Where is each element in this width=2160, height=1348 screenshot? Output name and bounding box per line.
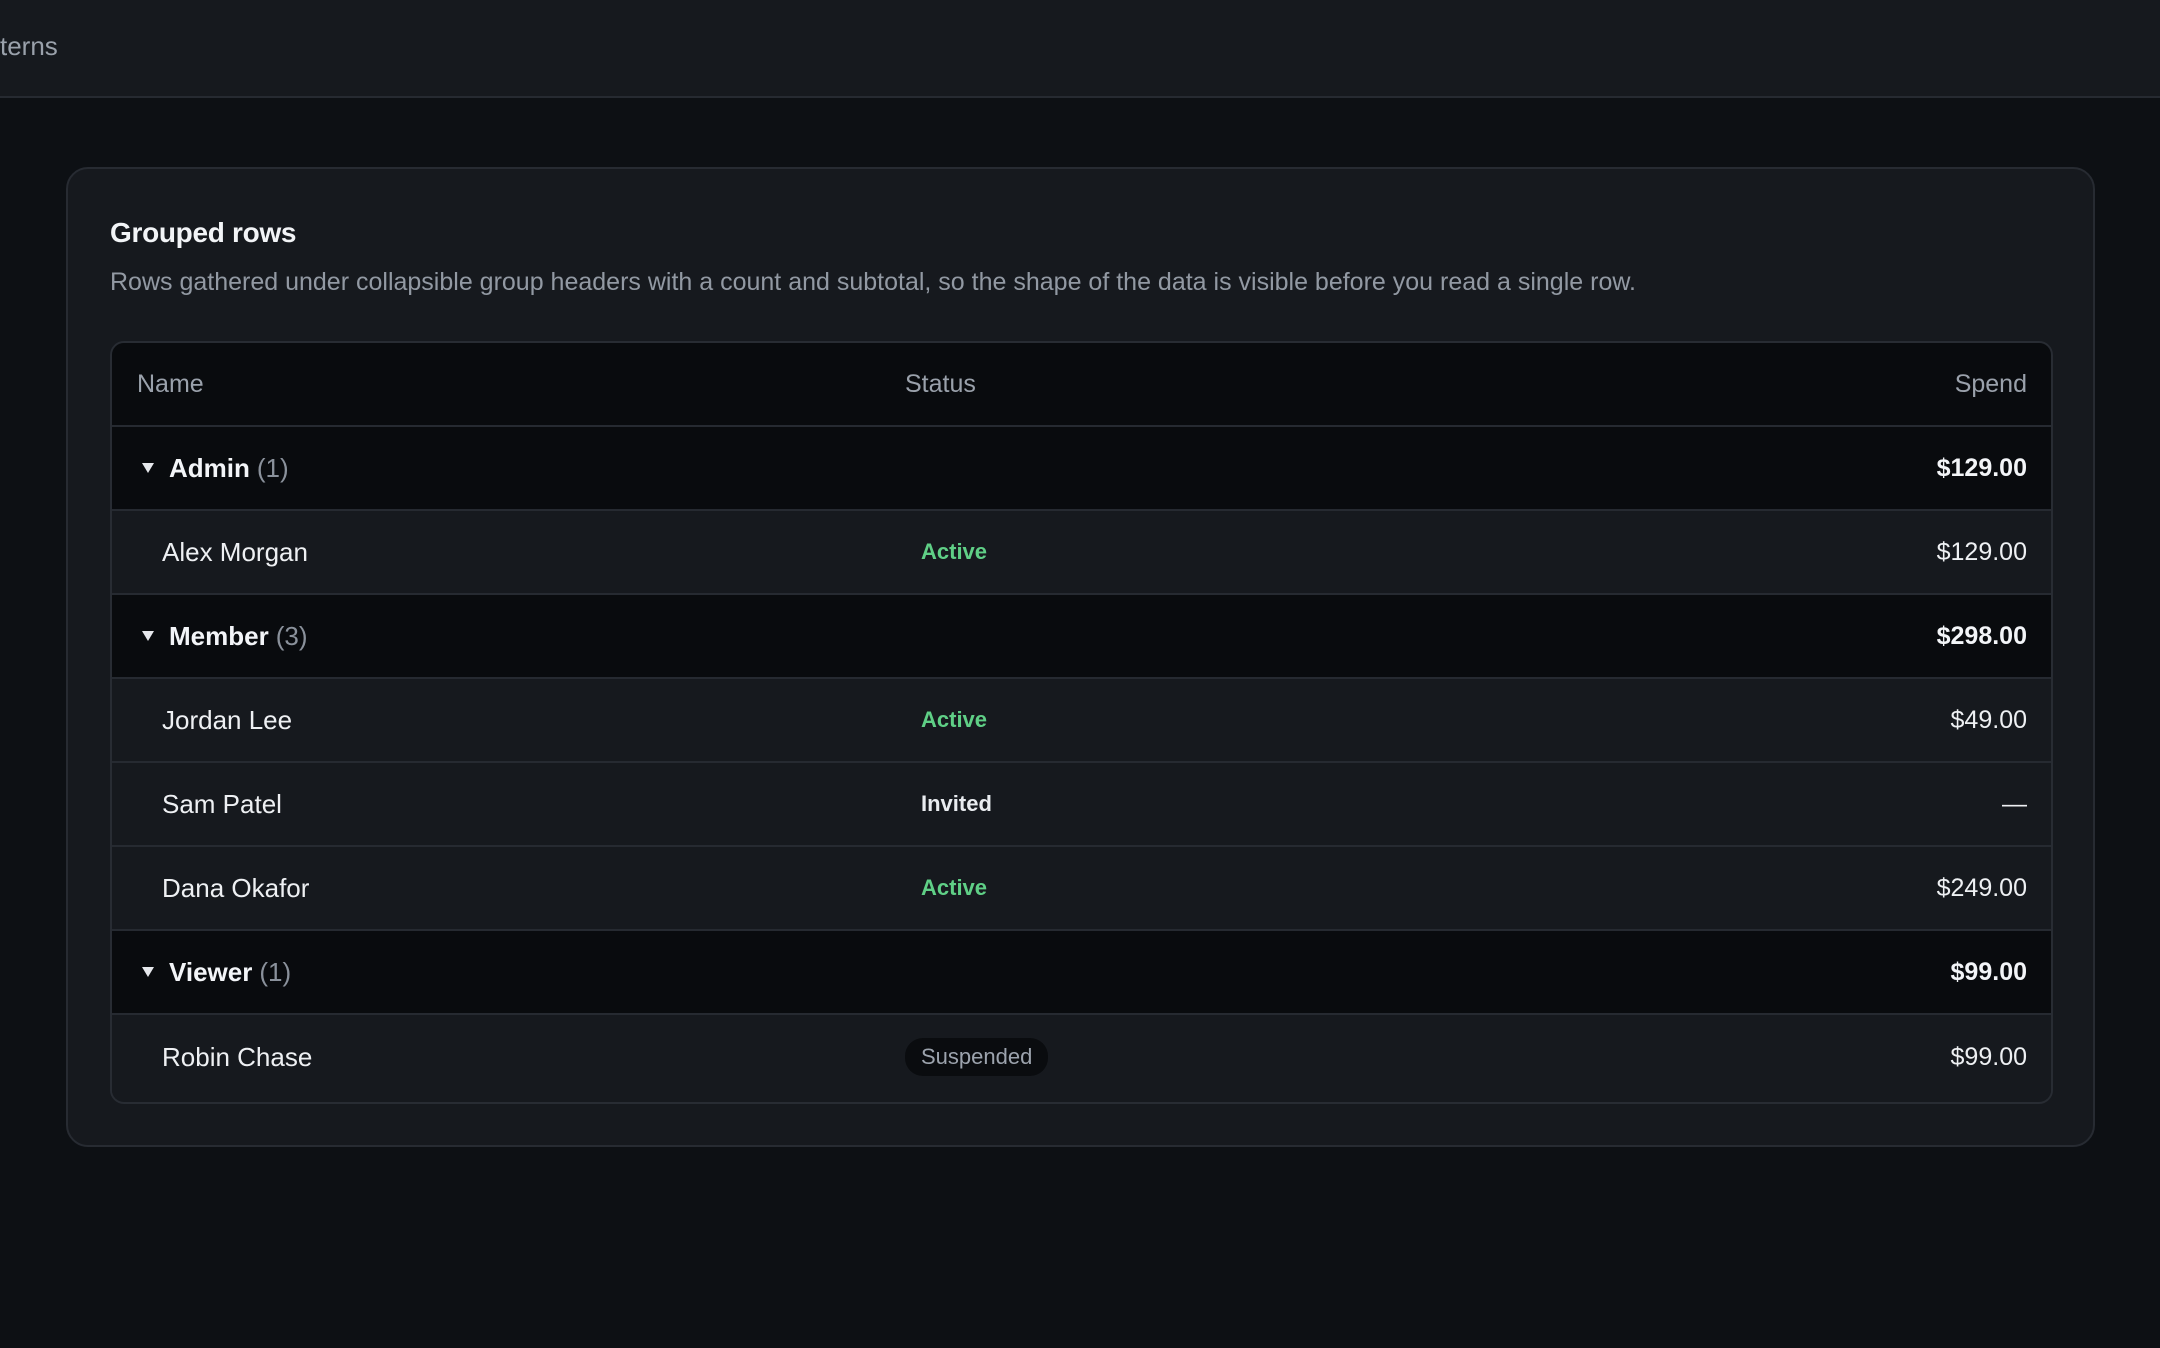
row-name: Alex Morgan: [162, 536, 308, 567]
row-status: Active: [905, 679, 987, 761]
status-badge: Active: [921, 707, 988, 732]
row-spend: $99.00: [1950, 1042, 2027, 1071]
row-status: Invited: [905, 763, 992, 845]
group-label: Viewer (1): [140, 931, 291, 1013]
table-row[interactable]: Dana Okafor Active $249.00: [112, 847, 2051, 931]
group-name: Member: [169, 620, 269, 651]
group-count: (3): [275, 620, 308, 651]
row-status: Active: [905, 847, 987, 929]
row-status: Active: [905, 511, 987, 593]
status-badge: Active: [921, 875, 988, 900]
group-count: (1): [259, 956, 292, 987]
caret-down-icon[interactable]: [142, 463, 154, 473]
grouped-rows-card: Grouped rows Rows gathered under collaps…: [66, 167, 2095, 1147]
group-count: (1): [256, 452, 289, 483]
card-title: Grouped rows: [110, 217, 297, 248]
status-badge: Suspended: [905, 1038, 1049, 1076]
status-badge: Active: [921, 539, 988, 564]
column-header-spend[interactable]: Spend: [1955, 343, 2027, 425]
group-subtotal: $99.00: [1950, 957, 2027, 986]
group-label: Member (3): [140, 595, 307, 677]
group-label: Admin (1): [140, 427, 289, 509]
card-description: Rows gathered under collapsible group he…: [110, 268, 1636, 296]
group-row-member[interactable]: Member (3) $298.00: [112, 595, 2051, 679]
group-subtotal: $129.00: [1936, 453, 2027, 482]
row-name: Dana Okafor: [162, 872, 310, 903]
group-name: Admin: [169, 452, 250, 483]
row-spend: $249.00: [1936, 873, 2027, 902]
top-bar: terns: [0, 0, 2160, 98]
column-header-status[interactable]: Status: [905, 343, 976, 425]
row-spend: —: [2002, 789, 2027, 818]
row-spend: $129.00: [1936, 537, 2027, 566]
table-header: Name Status Spend: [112, 343, 2051, 427]
table-row[interactable]: Robin Chase Suspended $99.00: [112, 1015, 2051, 1099]
table-row[interactable]: Sam Patel Invited —: [112, 763, 2051, 847]
caret-down-icon[interactable]: [142, 631, 154, 641]
row-status: Suspended: [905, 1015, 1049, 1099]
group-subtotal: $298.00: [1936, 621, 2027, 650]
table-row[interactable]: Jordan Lee Active $49.00: [112, 679, 2051, 763]
row-name: Jordan Lee: [162, 704, 293, 735]
column-header-name[interactable]: Name: [137, 343, 204, 425]
group-name: Viewer: [169, 956, 253, 987]
status-badge: Invited: [921, 791, 992, 816]
breadcrumb[interactable]: terns: [0, 31, 58, 62]
group-row-admin[interactable]: Admin (1) $129.00: [112, 427, 2051, 511]
caret-down-icon[interactable]: [142, 967, 154, 977]
row-name: Sam Patel: [162, 788, 282, 819]
table-row[interactable]: Alex Morgan Active $129.00: [112, 511, 2051, 595]
grouped-table: Name Status Spend Admin (1) $129.00 Alex…: [110, 341, 2053, 1104]
row-spend: $49.00: [1950, 705, 2027, 734]
group-row-viewer[interactable]: Viewer (1) $99.00: [112, 931, 2051, 1015]
row-name: Robin Chase: [162, 1041, 313, 1072]
